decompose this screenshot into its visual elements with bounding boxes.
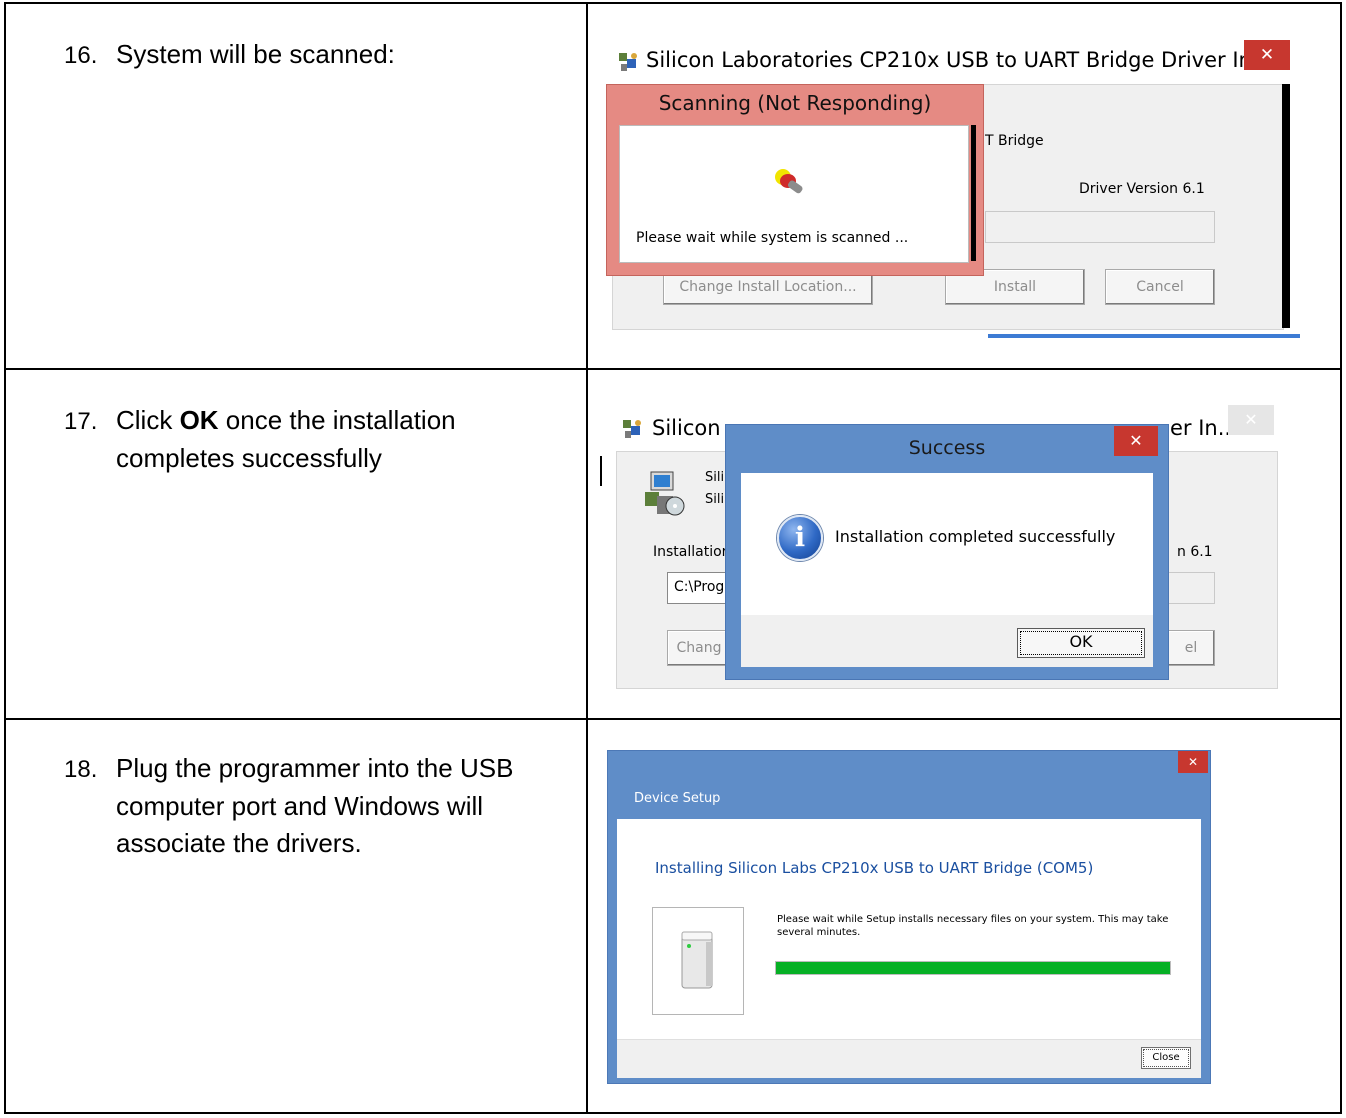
install-path-field-right bbox=[1165, 572, 1215, 604]
product-name-fragment: T Bridge bbox=[985, 133, 1044, 149]
window-edge-bar bbox=[1282, 84, 1290, 328]
usb-device-icon bbox=[681, 931, 713, 989]
step-number: 18. bbox=[64, 756, 98, 783]
driver-version-label: Driver Version 6.1 bbox=[1079, 181, 1205, 197]
stray-mark bbox=[600, 456, 602, 486]
table-row-step-18: 18. Plug the programmer into the USB comp… bbox=[6, 720, 1340, 1112]
step-description: System will be scanned: bbox=[116, 39, 395, 69]
success-dialog-footer: OK bbox=[741, 615, 1153, 667]
scanning-message: Please wait while system is scanned ... bbox=[636, 230, 909, 246]
device-setup-footer: Close bbox=[617, 1039, 1201, 1078]
step-description-part1: Click bbox=[116, 405, 180, 435]
close-button[interactable]: ✕ bbox=[1244, 40, 1290, 70]
installing-description: Please wait while Setup installs necessa… bbox=[777, 914, 1169, 938]
device-setup-screenshot: ✕ Device Setup Installing Silicon Labs C… bbox=[607, 750, 1211, 1084]
success-dialog: Success ✕ i Installation completed succe… bbox=[725, 424, 1169, 680]
step-description-part2: once the installation bbox=[218, 405, 456, 435]
table-row-step-17: 17. Click OK once the installation comple… bbox=[6, 370, 1340, 720]
close-button[interactable]: ✕ bbox=[1228, 405, 1274, 435]
scanning-dialog-edge bbox=[971, 125, 976, 261]
step-number: 16. bbox=[64, 42, 98, 69]
window-title-left: Silicon bbox=[652, 416, 721, 440]
ok-emphasis: OK bbox=[179, 405, 219, 435]
install-progress-fill bbox=[776, 962, 1170, 974]
window-title: Silicon Laboratories CP210x USB to UART … bbox=[646, 48, 1283, 72]
success-dialog-title: Success bbox=[908, 437, 986, 459]
cancel-button[interactable]: Cancel bbox=[1105, 269, 1215, 305]
installer-large-icon bbox=[645, 471, 685, 516]
step-description-line1: Plug the programmer into the USB bbox=[116, 753, 514, 783]
product-label-2: Sili bbox=[705, 492, 725, 507]
device-setup-body: Installing Silicon Labs CP210x USB to UA… bbox=[617, 819, 1201, 1039]
install-path-field[interactable] bbox=[985, 211, 1215, 243]
installer-app-icon bbox=[623, 420, 641, 438]
installer-app-icon bbox=[619, 53, 637, 71]
step-17-text: 17. Click OK once the installation comple… bbox=[64, 402, 574, 477]
info-icon: i bbox=[777, 515, 823, 561]
table-row-step-16: 16. System will be scanned: Silicon Labor… bbox=[6, 4, 1340, 370]
step-16-text: 16. System will be scanned: bbox=[64, 36, 574, 74]
step-description-line2: completes successfully bbox=[116, 443, 382, 473]
scanning-probe-icon bbox=[775, 169, 803, 194]
product-label-1: Sili bbox=[705, 470, 725, 485]
change-install-location-button[interactable]: Chang bbox=[667, 630, 731, 666]
close-button[interactable]: ✕ bbox=[1178, 751, 1208, 773]
device-image-frame bbox=[652, 907, 744, 1015]
install-progress-bar bbox=[775, 961, 1171, 975]
success-close-button[interactable]: ✕ bbox=[1114, 426, 1158, 456]
cancel-button[interactable]: el bbox=[1167, 630, 1215, 666]
install-path-value: C:\Prog bbox=[674, 579, 725, 595]
scanning-dialog: Scanning (Not Responding) Please wait wh… bbox=[606, 84, 984, 276]
close-dialog-button[interactable]: Close bbox=[1141, 1047, 1191, 1069]
scanning-dialog-title: Scanning (Not Responding) bbox=[658, 91, 932, 115]
step-description-line2: computer port and Windows will bbox=[116, 791, 484, 821]
installing-heading: Installing Silicon Labs CP210x USB to UA… bbox=[655, 859, 1094, 877]
ok-button[interactable]: OK bbox=[1017, 628, 1145, 658]
success-dialog-body: i Installation completed successfully bbox=[741, 473, 1153, 615]
step-18-text: 18. Plug the programmer into the USB comp… bbox=[64, 750, 574, 862]
version-fragment: n 6.1 bbox=[1177, 544, 1213, 560]
window-title: Device Setup bbox=[634, 791, 721, 806]
title-bar: Silicon Laboratories CP210x USB to UART … bbox=[604, 38, 1290, 86]
step-number: 17. bbox=[64, 408, 98, 435]
taskbar-edge bbox=[988, 334, 1300, 338]
success-screenshot: Silicon er In... ✕ Sili Sili Installatio… bbox=[608, 405, 1284, 689]
success-message: Installation completed successfully bbox=[835, 527, 1116, 546]
install-path-field[interactable]: C:\Prog bbox=[667, 572, 727, 604]
scanning-dialog-body: Please wait while system is scanned ... bbox=[619, 125, 969, 263]
scanning-screenshot: Silicon Laboratories CP210x USB to UART … bbox=[604, 38, 1300, 340]
document-table: 16. System will be scanned: Silicon Labor… bbox=[4, 2, 1342, 1114]
installation-label: Installatior bbox=[653, 544, 728, 560]
step-description-line3: associate the drivers. bbox=[116, 828, 362, 858]
